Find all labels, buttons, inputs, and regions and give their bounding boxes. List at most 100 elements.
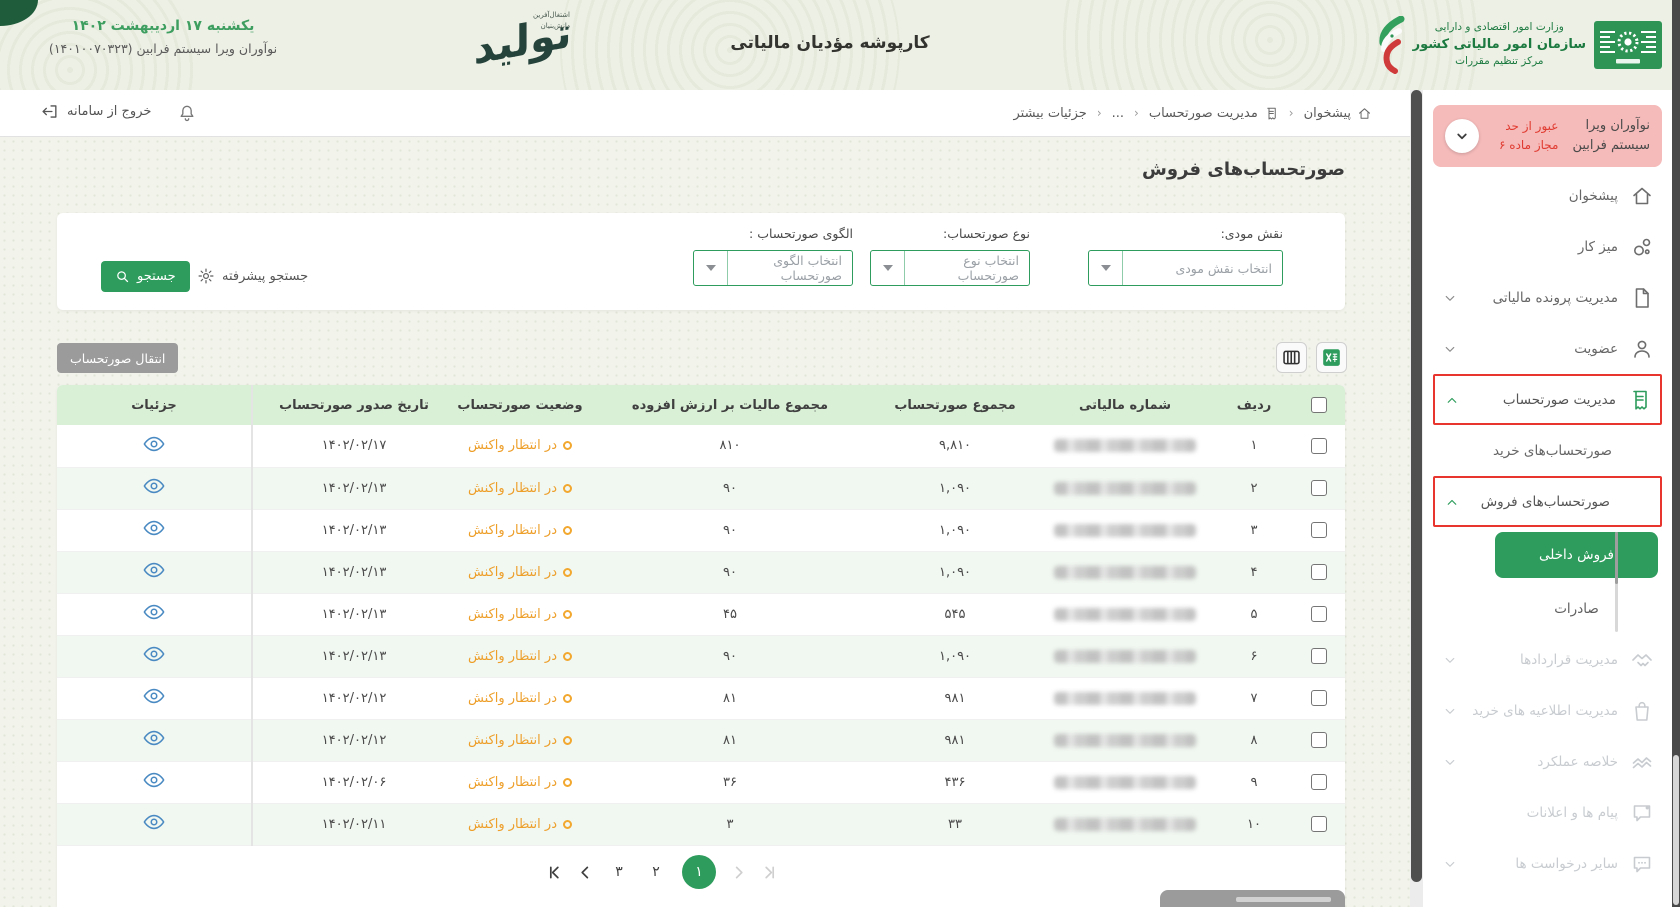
eye-icon[interactable]: [143, 562, 165, 578]
sidebar-item-soorathesab-kharid[interactable]: صورتحساب‌های خرید: [1433, 425, 1662, 476]
breadcrumb-item[interactable]: مدیریت صورتحساب: [1149, 106, 1279, 121]
sidebar-scrollbar[interactable]: [1410, 90, 1423, 907]
eye-icon[interactable]: [143, 688, 165, 704]
notifications-bell-icon[interactable]: [177, 103, 197, 123]
filter-select[interactable]: انتخاب الگوی صورتحساب: [693, 250, 853, 286]
tree-line: [1615, 532, 1618, 632]
eye-icon[interactable]: [143, 520, 165, 536]
eye-icon[interactable]: [143, 436, 165, 452]
filter-group: نوع صورتحساب:انتخاب نوع صورتحساب: [870, 226, 1030, 286]
receipt-icon: [1264, 106, 1279, 121]
transfer-invoices-button[interactable]: انتقال صورتحساب: [57, 343, 178, 373]
invoice-vat: ۸۱: [585, 677, 875, 719]
column-header: شماره مالیاتی: [1035, 385, 1215, 425]
page-scrollbar[interactable]: [1672, 0, 1680, 907]
sidebar-scrollbar-thumb[interactable]: [1411, 90, 1422, 882]
breadcrumb-label: جزئیات بیشتر: [1013, 106, 1086, 121]
sidebar-item-label: مدیریت پرونده مالیاتی: [1493, 290, 1618, 306]
filter-placeholder: انتخاب نقش مودی: [1123, 261, 1282, 276]
first-page-button[interactable]: [548, 865, 563, 880]
next-page-button[interactable]: [731, 865, 746, 880]
sidebar-item-mizkar[interactable]: میز کار: [1433, 221, 1662, 272]
invoice-date: ۱۴۰۲/۰۲/۱۱: [252, 803, 455, 845]
sidebar-item-foroosh-dakheli[interactable]: فروش داخلی: [1495, 532, 1658, 578]
invoice-status: در انتظار واکنش: [455, 677, 585, 719]
row-checkbox[interactable]: [1311, 732, 1327, 748]
row-checkbox[interactable]: [1311, 480, 1327, 496]
eye-icon[interactable]: [143, 604, 165, 620]
row-checkbox[interactable]: [1311, 774, 1327, 790]
logout-label: خروج از سامانه: [67, 104, 151, 119]
document-icon: [1630, 286, 1654, 310]
filter-label: الگوی صورتحساب :: [693, 226, 853, 241]
filter-group: نقش مودی:انتخاب نقش مودی: [1088, 226, 1283, 286]
sidebar-item-soorathesab-foroosh[interactable]: صورتحساب‌های فروش: [1433, 476, 1662, 527]
row-checkbox[interactable]: [1311, 438, 1327, 454]
column-settings-button[interactable]: [1276, 342, 1307, 373]
advanced-search-button[interactable]: جستجو پیشرفته: [197, 267, 308, 285]
breadcrumb-separator: ‹: [1134, 106, 1139, 120]
user-badge[interactable]: نوآوران ویرا سیستم فرابین عبور از حد مجا…: [1433, 105, 1662, 167]
sidebar-item-etelaiye-kharid[interactable]: مدیریت اطلاعیه های خرید: [1433, 685, 1662, 736]
sidebar-item-label: مدیریت اطلاعیه های خرید: [1472, 703, 1618, 719]
invoice-status: در انتظار واکنش: [455, 551, 585, 593]
row-checkbox[interactable]: [1311, 522, 1327, 538]
sidebar-item-pishkhan[interactable]: پیشخوان: [1433, 170, 1662, 221]
header-left: یکشنبه ۱۷ اردیبهشت ۱۴۰۲ نوآوران ویرا سیس…: [28, 18, 298, 56]
sidebar-item-payamha[interactable]: پیام ها و اعلانات: [1433, 787, 1662, 838]
eye-icon[interactable]: [143, 730, 165, 746]
sidebar-item-modiriat-soorathesab[interactable]: مدیریت صورتحساب: [1433, 374, 1662, 425]
prev-page-button[interactable]: [578, 865, 593, 880]
current-page[interactable]: ۱: [682, 855, 716, 889]
current-date: یکشنبه ۱۷ اردیبهشت ۱۴۰۲: [28, 18, 298, 34]
sidebar-item-saderat[interactable]: صادرات: [1495, 583, 1658, 634]
blurred-tax-id: [1054, 482, 1196, 495]
row-checkbox[interactable]: [1311, 816, 1327, 832]
row-checkbox[interactable]: [1311, 648, 1327, 664]
row-checkbox[interactable]: [1311, 564, 1327, 580]
sidebar-item-ozviat[interactable]: عضویت: [1433, 323, 1662, 374]
select-chevron: [871, 251, 905, 285]
blurred-tax-id: [1054, 524, 1196, 537]
last-page-button[interactable]: [761, 865, 776, 880]
filter-select[interactable]: انتخاب نوع صورتحساب: [870, 250, 1030, 286]
row-checkbox[interactable]: [1311, 690, 1327, 706]
search-button-label: جستجو: [137, 269, 176, 284]
invoice-status: در انتظار واکنش: [455, 467, 585, 509]
sidebar-item-label: صورتحساب‌های فروش: [1481, 494, 1610, 510]
handshake-icon: [1630, 903, 1654, 907]
row-checkbox[interactable]: [1311, 606, 1327, 622]
filter-select[interactable]: انتخاب نقش مودی: [1088, 250, 1283, 286]
eye-icon[interactable]: [143, 772, 165, 788]
page-scrollbar-thumb[interactable]: [1673, 755, 1679, 905]
status-dot: [563, 778, 572, 787]
status-dot: [563, 610, 572, 619]
row-number: ۱: [1215, 425, 1293, 467]
table-row: ۹۴۳۶۳۶در انتظار واکنش۱۴۰۲/۰۲/۰۶: [57, 761, 1345, 803]
search-button[interactable]: جستجو: [101, 261, 190, 292]
sidebar-item-gharardadha[interactable]: مدیریت قراردادها: [1433, 634, 1662, 685]
row-number: ۱۰: [1215, 803, 1293, 845]
column-header: تاریخ صدور صورتحساب: [252, 385, 455, 425]
sidebar-item-partial[interactable]: [1433, 889, 1662, 907]
eye-icon[interactable]: [143, 478, 165, 494]
breadcrumb-item[interactable]: پیشخوان: [1304, 106, 1372, 121]
select-all-checkbox[interactable]: [1311, 397, 1327, 413]
columns-icon: [1281, 347, 1302, 368]
sidebar-item-kholase-amalkard[interactable]: خلاصه عملکرد: [1433, 736, 1662, 787]
breadcrumb-item[interactable]: جزئیات بیشتر: [1013, 106, 1086, 121]
invoice-date: ۱۴۰۲/۰۲/۰۶: [252, 761, 455, 803]
breadcrumb-item[interactable]: ...: [1112, 106, 1124, 121]
page-button[interactable]: ۳: [608, 864, 630, 880]
company-name: نوآوران ویرا سیستم فرابین (۱۴۰۱۰۰۷۰۳۲۳): [28, 41, 298, 56]
filter-card: جستجو جستجو پیشرفته نقش مودی:انتخاب نقش …: [57, 213, 1345, 310]
export-excel-button[interactable]: [1316, 342, 1347, 373]
sidebar-item-parvande[interactable]: مدیریت پرونده مالیاتی: [1433, 272, 1662, 323]
eye-icon[interactable]: [143, 646, 165, 662]
user-menu-toggle[interactable]: [1445, 119, 1479, 153]
invoice-total: ۱,۰۹۰: [875, 467, 1035, 509]
sidebar-item-sayer-darkhastha[interactable]: سایر درخواست ها: [1433, 838, 1662, 889]
logout-button[interactable]: خروج از سامانه: [40, 102, 151, 121]
page-button[interactable]: ۲: [645, 864, 667, 880]
eye-icon[interactable]: [143, 814, 165, 830]
